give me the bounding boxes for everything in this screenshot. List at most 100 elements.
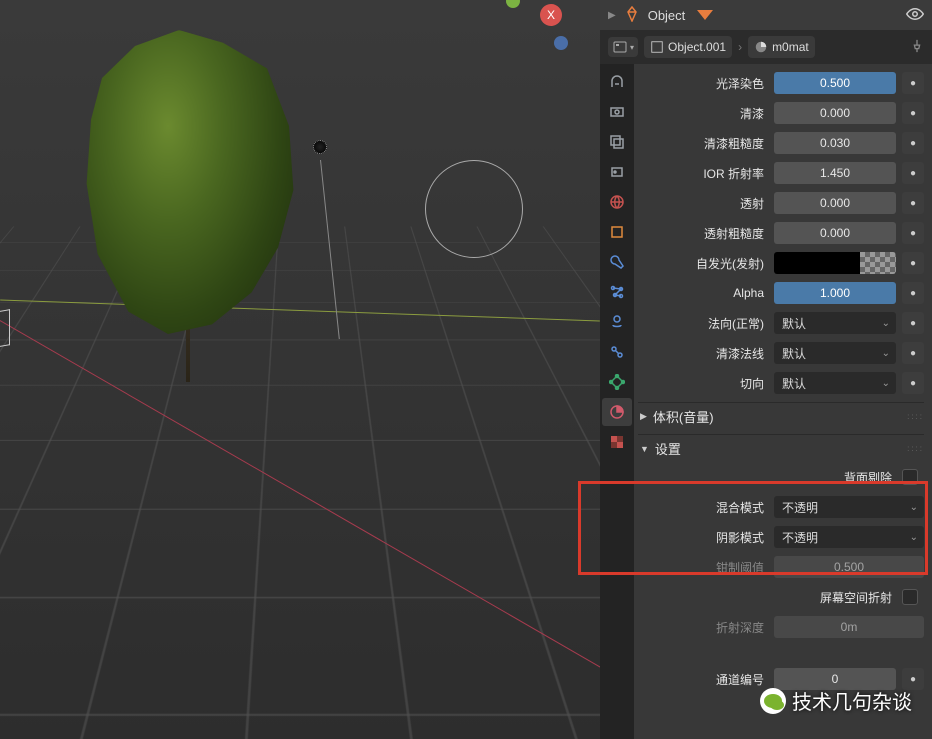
field-clip-threshold[interactable]: 0.500 [774,556,924,578]
label-ior: IOR 折射率 [638,165,768,182]
field-emission-color[interactable] [774,252,896,274]
prop-sheen-tint: 光泽染色 0.500 ● [638,68,924,98]
section-settings[interactable]: ▼ 设置 :::: [638,434,924,462]
triangle-right-icon: ▶ [640,411,647,422]
tab-physics[interactable] [602,308,632,336]
anim-dot-transmission-rough[interactable]: ● [902,222,924,244]
anim-dot-transmission[interactable]: ● [902,192,924,214]
field-tangent[interactable]: 默认 [774,372,896,394]
field-shadow-mode[interactable]: 不透明 [774,526,924,548]
editor-type-selector[interactable]: ▾ [608,37,638,57]
properties-region: ▶ Object ▾ Object.001 › m0mat [600,0,932,739]
field-transmission[interactable]: 0.000 [774,192,896,214]
pin-icon[interactable] [910,39,924,56]
section-volume[interactable]: ▶ 体积(音量) :::: [638,402,924,430]
tab-particles[interactable] [602,278,632,306]
tab-texture[interactable] [602,428,632,456]
expand-icon: ▶ [608,10,616,21]
breadcrumb-object-label: Object.001 [668,40,726,54]
prop-backface-culling: 背面剔除 [638,462,924,492]
breadcrumb-object[interactable]: Object.001 [644,36,732,58]
prop-alpha: Alpha 1.000 ● [638,278,924,308]
watermark: 技术几句杂谈 [760,686,912,715]
tab-modifiers[interactable] [602,248,632,276]
tab-world[interactable] [602,188,632,216]
visibility-eye-icon[interactable] [906,5,924,26]
anim-dot-normal[interactable]: ● [902,312,924,334]
anim-dot-clearcoat-rough[interactable]: ● [902,132,924,154]
prop-shadow-mode: 阴影模式 不透明 [638,522,924,552]
label-sheen-tint: 光泽染色 [638,75,768,92]
label-tangent: 切向 [638,375,768,392]
anim-dot-clearcoat-normal[interactable]: ● [902,342,924,364]
label-ssr: 屏幕空间折射 [638,589,896,606]
label-clearcoat: 清漆 [638,105,768,122]
anim-dot-clearcoat[interactable]: ● [902,102,924,124]
tab-viewlayer[interactable] [602,128,632,156]
nav-gizmo-y[interactable] [506,0,520,8]
chevron-down-orange-icon[interactable] [697,10,713,20]
checkbox-backface[interactable] [902,469,918,485]
prop-transmission: 透射 0.000 ● [638,188,924,218]
anim-dot-sheen-tint[interactable]: ● [902,72,924,94]
field-clearcoat[interactable]: 0.000 [774,102,896,124]
tree-foliage [80,30,300,350]
prop-blend-mode: 混合模式 不透明 [638,492,924,522]
prop-ssr: 屏幕空间折射 [638,582,924,612]
tree-mesh-object[interactable] [80,30,300,350]
field-refraction-depth[interactable]: 0m [774,616,924,638]
field-transmission-rough[interactable]: 0.000 [774,222,896,244]
field-clearcoat-rough[interactable]: 0.030 [774,132,896,154]
checkbox-ssr[interactable] [902,589,918,605]
label-clearcoat-rough: 清漆粗糙度 [638,135,768,152]
triangle-down-icon: ▼ [640,444,649,454]
nav-gizmo-x[interactable]: X [540,4,562,26]
nav-gizmo-z[interactable] [554,36,568,50]
field-sheen-tint[interactable]: 0.500 [774,72,896,94]
drag-dots-icon: :::: [907,412,924,421]
tab-object[interactable] [602,218,632,246]
label-transmission: 透射 [638,195,768,212]
label-transmission-rough: 透射粗糙度 [638,225,768,242]
tab-material[interactable] [602,398,632,426]
prop-tangent: 切向 默认 ● [638,368,924,398]
anim-dot-ior[interactable]: ● [902,162,924,184]
outliner-object-label: Object [648,8,686,23]
field-alpha[interactable]: 1.000 [774,282,896,304]
field-blend-mode[interactable]: 不透明 [774,496,924,518]
label-clearcoat-normal: 清漆法线 [638,345,768,362]
label-refraction-depth: 折射深度 [638,619,768,636]
anim-dot-tangent[interactable]: ● [902,372,924,394]
tab-output[interactable] [602,98,632,126]
breadcrumb-material[interactable]: m0mat [748,36,815,58]
drag-dots-icon: :::: [907,444,924,453]
camera-empty-circle[interactable] [425,160,523,258]
tab-render[interactable] [602,68,632,96]
prop-clearcoat-normal: 清漆法线 默认 ● [638,338,924,368]
prop-ior: IOR 折射率 1.450 ● [638,158,924,188]
prop-clearcoat: 清漆 0.000 ● [638,98,924,128]
tab-scene[interactable] [602,158,632,186]
breadcrumb-material-label: m0mat [772,40,809,54]
label-blend-mode: 混合模式 [638,499,768,516]
properties-tabs [600,64,634,739]
label-alpha: Alpha [638,286,768,300]
anim-dot-alpha[interactable]: ● [902,282,924,304]
tab-mesh-data[interactable] [602,368,632,396]
tab-constraints[interactable] [602,338,632,366]
light-object[interactable] [310,140,330,160]
label-clip-threshold: 钳制阈值 [638,559,768,576]
watermark-text: 技术几句杂谈 [792,686,912,715]
sun-icon [313,140,327,154]
field-clearcoat-normal[interactable]: 默认 [774,342,896,364]
label-shadow-mode: 阴影模式 [638,529,768,546]
label-emission: 自发光(发射) [638,255,768,272]
field-ior[interactable]: 1.450 [774,162,896,184]
armature-icon [624,6,640,25]
anim-dot-emission[interactable]: ● [902,252,924,274]
wechat-icon [760,688,786,714]
outliner-row[interactable]: ▶ Object [600,0,932,30]
field-normal[interactable]: 默认 [774,312,896,334]
viewport-3d[interactable]: X [0,0,600,739]
breadcrumb-bar: ▾ Object.001 › m0mat [600,30,932,64]
